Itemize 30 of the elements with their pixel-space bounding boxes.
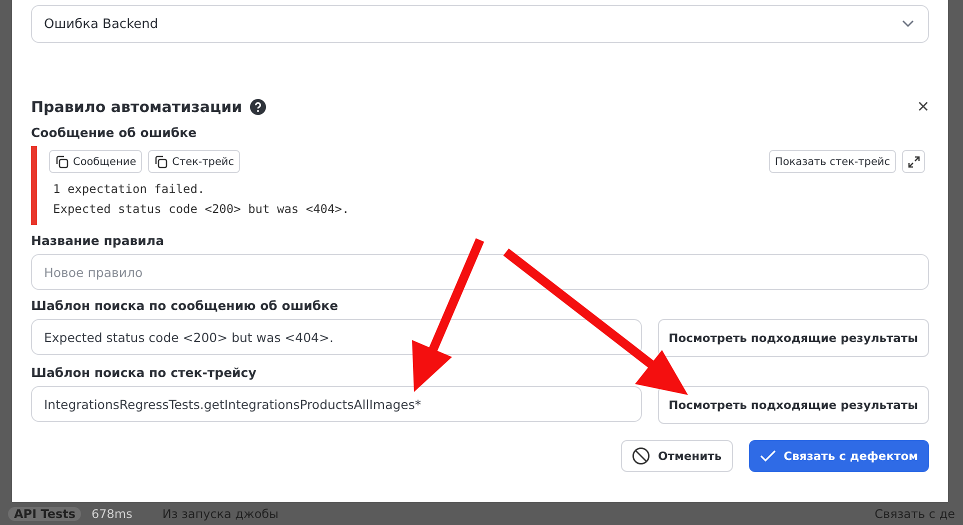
field-label: Сообщение об ошибке — [31, 125, 198, 140]
error-text-line: 1 expectation failed. — [52, 181, 206, 198]
expand-icon — [908, 156, 920, 168]
field-label: Название правила — [31, 233, 166, 248]
input-field[interactable]: IntegrationsRegressTests.getIntegrationsProductsAllImages* — [31, 386, 642, 422]
link-defect-button[interactable]: Связать с дефектом — [748, 440, 929, 472]
close-button[interactable]: × — [917, 97, 929, 117]
help-icon[interactable] — [250, 99, 266, 115]
tag-label: API Tests — [8, 506, 82, 520]
error-text-line: Expected status code <200> but was <404>. — [52, 201, 350, 218]
background-text: Из запуска джобы — [162, 506, 279, 520]
field-label: Шаблон поиска по стек-трейсу — [31, 365, 258, 380]
category-select[interactable]: Ошибка Backend — [31, 5, 929, 43]
chevron-icon — [902, 20, 914, 28]
prohibited-icon — [632, 447, 650, 465]
input-field[interactable]: Новое правило — [31, 254, 929, 290]
input-field[interactable]: Expected status code <200> but was <404>. — [31, 319, 642, 355]
copy-button[interactable]: Стек-трейс — [148, 150, 240, 173]
view-results-button[interactable]: Посмотреть подходящие результаты — [658, 319, 929, 357]
copy-icon — [154, 154, 168, 168]
view-results-button[interactable]: Посмотреть подходящие результаты — [658, 386, 929, 424]
show-stack-trace-button[interactable]: Показать стек-трейс — [768, 150, 896, 173]
dialog-title: Правило автоматизации — [31, 98, 242, 116]
duration-text: 678ms — [91, 506, 132, 520]
copy-button[interactable]: Сообщение — [49, 150, 142, 173]
field-label: Шаблон поиска по сообщению об ошибке — [31, 298, 340, 313]
copy-icon — [55, 154, 69, 168]
cancel-button[interactable]: Отменить — [621, 440, 733, 472]
check-icon — [760, 450, 776, 462]
expand-button[interactable] — [902, 150, 925, 173]
